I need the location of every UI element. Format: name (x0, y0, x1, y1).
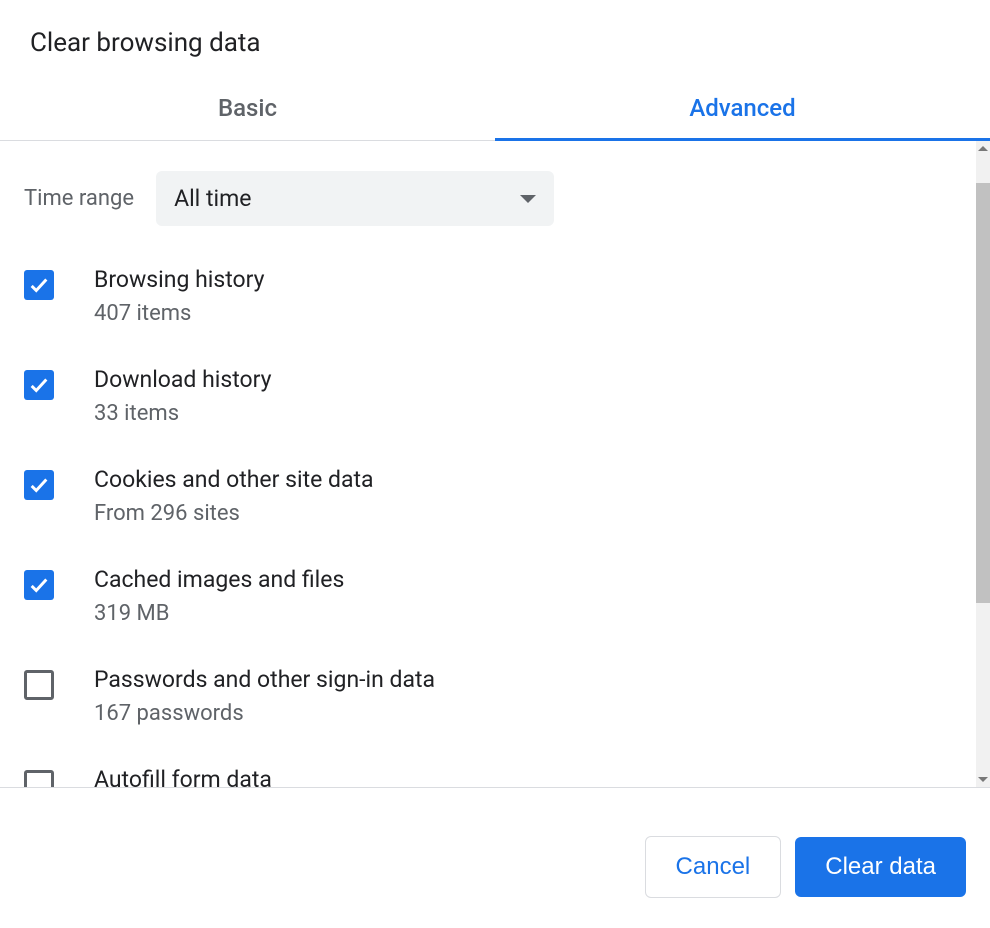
option-text: Browsing history 407 items (94, 266, 265, 326)
checkbox-download-history[interactable] (24, 370, 54, 400)
check-icon (28, 474, 50, 496)
tabs-row: Basic Advanced (0, 78, 990, 141)
check-icon (28, 274, 50, 296)
tab-basic[interactable]: Basic (0, 78, 495, 140)
tab-advanced[interactable]: Advanced (495, 78, 990, 140)
check-icon (28, 574, 50, 596)
checkbox-passwords[interactable] (24, 670, 54, 700)
option-passwords[interactable]: Passwords and other sign-in data 167 pas… (24, 646, 966, 746)
clear-data-button[interactable]: Clear data (795, 837, 966, 897)
dialog-footer: Cancel Clear data (0, 787, 990, 898)
dialog-title: Clear browsing data (0, 0, 990, 78)
option-download-history[interactable]: Download history 33 items (24, 346, 966, 446)
cancel-button[interactable]: Cancel (645, 836, 782, 898)
checkbox-browsing-history[interactable] (24, 270, 54, 300)
scrollbar-thumb[interactable] (976, 183, 990, 603)
scroll-up-icon[interactable] (978, 146, 988, 151)
scrollbar-track[interactable] (976, 141, 990, 787)
option-title: Passwords and other sign-in data (94, 666, 435, 693)
option-text: Passwords and other sign-in data 167 pas… (94, 666, 435, 726)
option-text: Cookies and other site data From 296 sit… (94, 466, 374, 526)
option-title: Cookies and other site data (94, 466, 374, 493)
option-title: Autofill form data (94, 766, 272, 787)
option-title: Cached images and files (94, 566, 344, 593)
checkbox-cached[interactable] (24, 570, 54, 600)
option-cached[interactable]: Cached images and files 319 MB (24, 546, 966, 646)
time-range-value: All time (174, 185, 251, 212)
time-range-label: Time range (24, 186, 134, 211)
option-subtitle: From 296 sites (94, 501, 374, 526)
option-subtitle: 167 passwords (94, 701, 435, 726)
time-range-row: Time range All time (24, 141, 966, 246)
time-range-select[interactable]: All time (156, 171, 554, 226)
checkbox-autofill[interactable] (24, 770, 54, 787)
option-subtitle: 407 items (94, 301, 265, 326)
checkbox-cookies[interactable] (24, 470, 54, 500)
check-icon (28, 374, 50, 396)
option-title: Download history (94, 366, 272, 393)
option-text: Autofill form data (94, 766, 272, 787)
option-browsing-history[interactable]: Browsing history 407 items (24, 246, 966, 346)
option-subtitle: 33 items (94, 401, 272, 426)
chevron-down-icon (520, 195, 536, 203)
option-cookies[interactable]: Cookies and other site data From 296 sit… (24, 446, 966, 546)
content-area: Time range All time Browsing history 407… (0, 141, 990, 787)
option-text: Cached images and files 319 MB (94, 566, 344, 626)
option-title: Browsing history (94, 266, 265, 293)
option-text: Download history 33 items (94, 366, 272, 426)
option-autofill[interactable]: Autofill form data (24, 746, 966, 787)
scroll-down-icon[interactable] (978, 777, 988, 782)
option-subtitle: 319 MB (94, 601, 344, 626)
